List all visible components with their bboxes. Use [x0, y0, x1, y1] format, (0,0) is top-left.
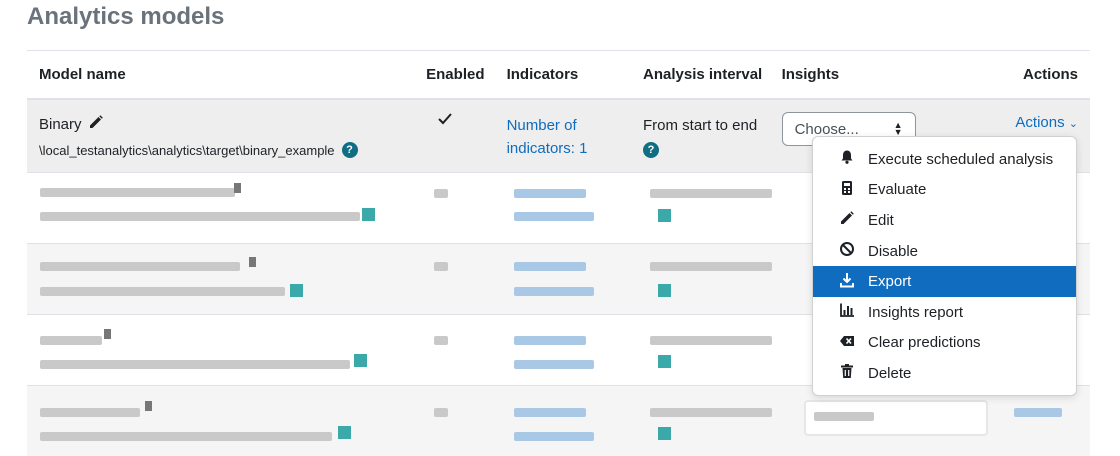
menu-item-export[interactable]: Export [813, 266, 1076, 297]
page-title: Analytics models [27, 3, 224, 31]
bell-icon [839, 149, 855, 169]
header-insights: Insights [782, 51, 978, 100]
model-target: \local_testanalytics\analytics\target\bi… [39, 143, 335, 158]
indicators-label-line1: Number of [507, 114, 643, 137]
actions-menu-toggle[interactable]: Actions ⌄ [977, 100, 1090, 131]
menu-item-evaluate[interactable]: Evaluate [813, 175, 1076, 206]
menu-item-label: Disable [868, 243, 918, 260]
menu-item-label: Clear predictions [868, 334, 981, 351]
header-indicators: Indicators [507, 51, 643, 100]
insights-select-value: Choose... [795, 121, 859, 138]
menu-item-clear-predictions[interactable]: Clear predictions [813, 328, 1076, 359]
menu-item-label: Edit [868, 212, 894, 229]
check-icon [426, 100, 506, 130]
menu-item-edit[interactable]: Edit [813, 205, 1076, 236]
header-model-name[interactable]: Model name [27, 51, 426, 100]
header-enabled: Enabled [426, 51, 506, 100]
calculator-icon [839, 180, 855, 200]
download-icon [839, 272, 855, 292]
menu-item-label: Export [868, 273, 911, 290]
menu-item-label: Insights report [868, 304, 963, 321]
indicators-link[interactable]: Number of indicators: 1 [507, 100, 643, 160]
indicators-label-line2: indicators: 1 [507, 137, 643, 160]
chevron-down-icon: ⌄ [1069, 118, 1078, 130]
model-name: Binary [39, 116, 82, 133]
actions-dropdown-menu: Execute scheduled analysis Evaluate Edit… [812, 136, 1077, 396]
menu-item-label: Evaluate [868, 181, 926, 198]
trash-icon [839, 363, 855, 383]
backspace-icon [839, 333, 855, 353]
header-actions: Actions [977, 51, 1090, 100]
pencil-icon [839, 210, 855, 230]
menu-item-insights-report[interactable]: Insights report [813, 297, 1076, 328]
bar-chart-icon [839, 302, 855, 322]
menu-item-label: Execute scheduled analysis [868, 151, 1053, 168]
menu-item-delete[interactable]: Delete [813, 358, 1076, 389]
select-arrows-icon: ▲▼ [894, 122, 903, 136]
actions-label: Actions [1015, 114, 1064, 131]
help-icon[interactable]: ? [643, 142, 659, 158]
menu-item-label: Delete [868, 365, 911, 382]
analysis-interval: From start to end [643, 114, 782, 137]
header-analysis-interval: Analysis interval [643, 51, 782, 100]
ban-icon [839, 241, 855, 261]
menu-item-disable[interactable]: Disable [813, 236, 1076, 267]
help-icon[interactable]: ? [342, 142, 358, 158]
pencil-icon[interactable] [88, 114, 104, 134]
menu-item-execute-scheduled-analysis[interactable]: Execute scheduled analysis [813, 144, 1076, 175]
